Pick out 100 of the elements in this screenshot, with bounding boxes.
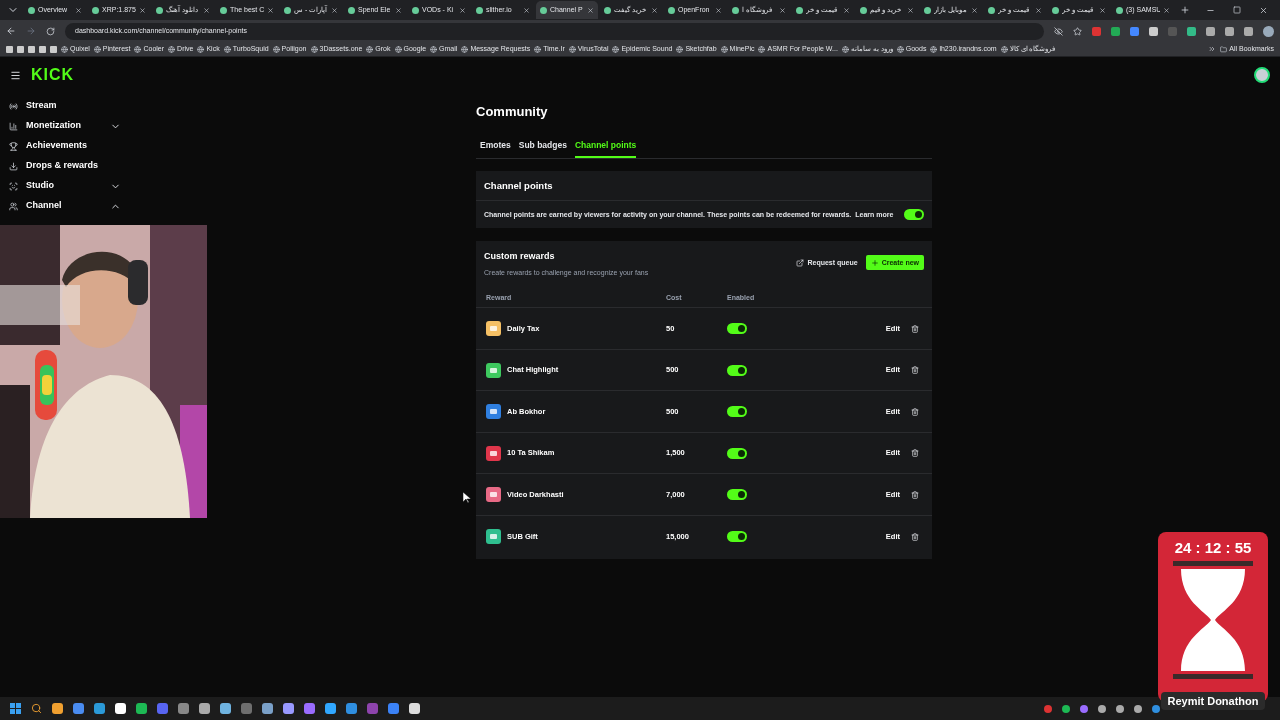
delete-icon[interactable] xyxy=(911,449,919,457)
section-tab[interactable]: Emotes xyxy=(480,138,511,159)
eye-off-icon[interactable] xyxy=(1054,26,1063,36)
taskbar-app-icon[interactable] xyxy=(220,703,231,714)
close-icon[interactable] xyxy=(139,6,146,14)
globe-icon xyxy=(272,45,280,53)
countdown-time: 24 : 12 : 55 xyxy=(1174,539,1252,555)
taskbar-app-icon[interactable] xyxy=(52,703,63,714)
users-icon xyxy=(9,201,18,211)
favicon-icon xyxy=(92,6,99,14)
maximize-icon[interactable] xyxy=(1233,6,1241,14)
toggle-switch[interactable] xyxy=(727,531,747,542)
close-icon[interactable] xyxy=(267,6,274,14)
bookmark-star-icon[interactable] xyxy=(1073,26,1082,36)
reload-icon[interactable] xyxy=(46,26,55,36)
new-tab-icon[interactable] xyxy=(1180,5,1190,15)
sidebar-item[interactable]: Studio xyxy=(0,176,130,196)
toggle-switch[interactable] xyxy=(727,447,747,459)
start-icon[interactable] xyxy=(10,703,21,714)
close-icon[interactable] xyxy=(779,6,786,14)
close-icon[interactable] xyxy=(395,6,402,14)
close-icon[interactable] xyxy=(587,6,594,14)
close-icon[interactable] xyxy=(203,6,210,14)
tray-icon[interactable] xyxy=(1134,704,1142,713)
favicon-icon xyxy=(284,6,291,14)
toggle-switch[interactable] xyxy=(727,323,747,334)
section-tab[interactable]: Sub badges xyxy=(518,138,567,159)
section-tab[interactable]: Channel points xyxy=(574,138,637,159)
favicon-icon xyxy=(28,6,35,14)
tray-icon[interactable] xyxy=(1152,704,1160,713)
taskbar-app-icon[interactable] xyxy=(136,703,147,714)
delete-icon[interactable] xyxy=(911,324,919,333)
taskbar-app-icon[interactable] xyxy=(262,703,273,714)
globe-icon xyxy=(197,45,205,53)
tray-icon[interactable] xyxy=(1080,704,1088,713)
user-avatar[interactable] xyxy=(1254,67,1270,83)
taskbar-app-icon[interactable] xyxy=(283,703,294,714)
taskbar-app-icon[interactable] xyxy=(199,703,210,714)
toggle-switch[interactable] xyxy=(904,209,924,221)
globe-icon xyxy=(568,45,576,53)
favicon-icon xyxy=(156,6,163,14)
sidebar-item[interactable]: Stream xyxy=(0,96,130,116)
globe-icon xyxy=(930,45,938,53)
close-icon[interactable] xyxy=(75,6,82,14)
globe-icon xyxy=(366,45,374,53)
page-title: Community xyxy=(476,103,549,121)
close-icon[interactable] xyxy=(523,6,530,14)
kick-logo[interactable]: KICK xyxy=(31,63,75,87)
tray-icon[interactable] xyxy=(1062,704,1070,713)
close-icon[interactable] xyxy=(1099,6,1106,14)
toggle-switch[interactable] xyxy=(727,489,747,500)
close-icon[interactable] xyxy=(1035,6,1042,14)
back-icon[interactable] xyxy=(6,26,16,36)
delete-icon[interactable] xyxy=(911,407,919,416)
globe-icon xyxy=(896,45,904,53)
close-icon[interactable] xyxy=(459,6,466,14)
toggle-switch[interactable] xyxy=(727,406,747,417)
favicon-icon xyxy=(1116,6,1123,14)
globe-icon xyxy=(758,45,766,53)
taskbar-app-icon[interactable] xyxy=(325,703,336,714)
favicon-icon xyxy=(860,6,867,14)
hourglass-icon xyxy=(1173,560,1253,679)
close-icon[interactable] xyxy=(331,6,338,14)
globe-icon xyxy=(612,45,620,53)
globe-icon xyxy=(430,45,438,53)
scan-icon xyxy=(9,181,18,191)
close-icon[interactable] xyxy=(1163,6,1170,14)
search-icon[interactable] xyxy=(31,703,42,714)
sidebar-item[interactable]: Monetization xyxy=(0,116,130,136)
trophy-icon xyxy=(9,141,18,151)
taskbar-app-icon[interactable] xyxy=(409,703,420,714)
favicon-icon xyxy=(988,6,995,14)
globe-icon xyxy=(841,45,849,53)
delete-icon[interactable] xyxy=(911,490,919,499)
globe-icon xyxy=(168,45,176,53)
globe-icon xyxy=(93,45,101,53)
sidebar-item[interactable]: Achievements xyxy=(0,136,130,156)
close-icon[interactable] xyxy=(1259,5,1268,15)
taskbar-app-icon[interactable] xyxy=(115,703,126,714)
tray-icon[interactable] xyxy=(1098,704,1106,713)
mouse-cursor-icon xyxy=(463,492,471,503)
profile-avatar[interactable] xyxy=(1263,25,1274,37)
plus-icon xyxy=(870,258,879,267)
delete-icon[interactable] xyxy=(911,366,919,374)
sidebar-item[interactable]: Channel xyxy=(0,196,130,216)
menu-icon[interactable] xyxy=(10,69,21,81)
close-icon[interactable] xyxy=(651,6,658,14)
close-icon[interactable] xyxy=(907,6,914,14)
close-icon[interactable] xyxy=(971,6,978,14)
globe-icon xyxy=(61,45,68,53)
more-bookmarks-icon[interactable] xyxy=(1208,45,1217,53)
close-icon[interactable] xyxy=(715,6,722,14)
card-title: Custom rewards xyxy=(484,250,556,264)
tray-icon[interactable] xyxy=(1044,704,1052,713)
close-icon[interactable] xyxy=(843,6,850,14)
favicon-icon xyxy=(732,6,739,14)
sidebar-item[interactable]: Drops & rewards xyxy=(0,156,130,176)
toggle-switch[interactable] xyxy=(727,364,747,376)
tray-icon[interactable] xyxy=(1116,704,1124,713)
delete-icon[interactable] xyxy=(911,532,919,541)
